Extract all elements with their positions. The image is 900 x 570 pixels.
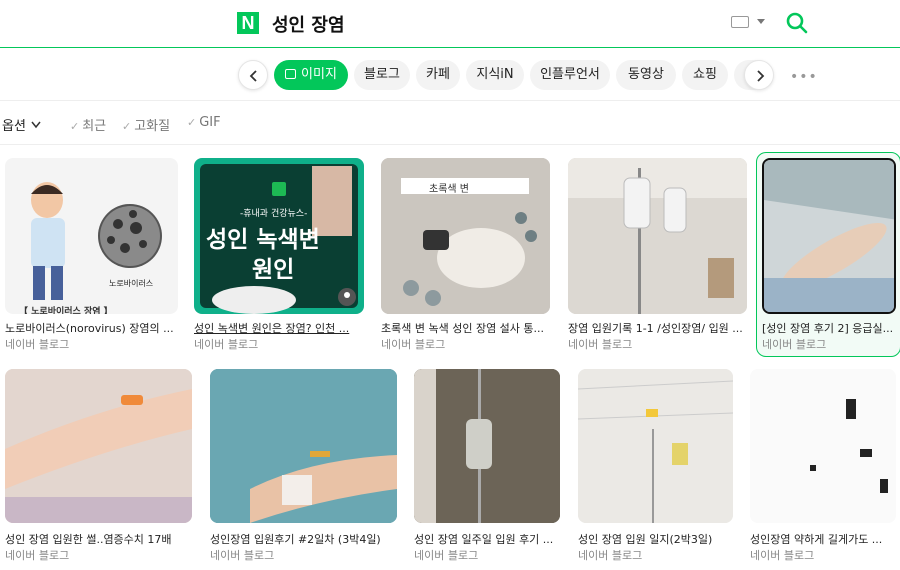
filter-label: 고화질 xyxy=(134,119,171,134)
image-result[interactable]: -휴내과 건강뉴스- 성인 녹색변 원인 성인 녹색변 원인은 장염? 인천 .… xyxy=(194,158,364,354)
tabs-prev-button[interactable] xyxy=(238,60,268,90)
thumbnail-tag: -휴내과 건강뉴스- xyxy=(240,209,308,219)
tab-kin[interactable]: 지식iN xyxy=(466,60,524,90)
image-result[interactable]: 성인장염 약하게 길게가도 ... 네이버 블로그 xyxy=(750,369,896,562)
result-caption[interactable]: 장염 입원기록 1-1 /성인장염/ 입원 ... xyxy=(568,320,747,336)
image-result[interactable]: 초록색 변 초록색 변 녹색 성인 장염 설사 통... 네이버 블로그 xyxy=(381,158,550,354)
thumbnail-banner: 【 노로바이러스 장염 】 xyxy=(19,307,113,314)
chevron-down-icon[interactable] xyxy=(757,19,765,24)
result-thumbnail[interactable]: 초록색 변 xyxy=(381,158,550,314)
image-result[interactable]: 성인 장염 입원한 썰..염증수치 17배 네이버 블로그 xyxy=(5,369,192,562)
options-label: 옵션 xyxy=(2,119,26,134)
chevron-right-icon xyxy=(757,70,765,82)
filter-gif[interactable]: ✓ GIF xyxy=(187,115,221,130)
result-source[interactable]: 네이버 블로그 xyxy=(578,547,642,563)
image-result[interactable]: 성인 장염 일주일 입원 후기 ... 네이버 블로그 xyxy=(414,369,560,562)
result-source[interactable]: 네이버 블로그 xyxy=(5,547,69,563)
image-result[interactable]: [성인 장염 후기 2] 응급실... 네이버 블로그 xyxy=(762,158,896,354)
thumbnail-label: 초록색 변 xyxy=(429,184,469,195)
thumbnail-headline: 성인 녹색변 xyxy=(206,227,320,253)
image-result[interactable]: 성인장염 입원후기 #2일차 (3박4일) 네이버 블로그 xyxy=(210,369,397,562)
chevron-down-icon xyxy=(31,121,41,129)
keyboard-icon[interactable] xyxy=(731,16,749,28)
result-caption[interactable]: 노로바이러스(norovirus) 장염의 ... xyxy=(5,320,178,336)
search-tab-bar: 이미지 블로그 카페 지식iN 인플루언서 동영상 쇼핑 뉴 ••• xyxy=(0,49,900,101)
naver-logo[interactable]: N xyxy=(237,12,259,34)
result-source[interactable]: 네이버 블로그 xyxy=(414,547,478,563)
filter-label: GIF xyxy=(199,115,221,130)
tab-cafe[interactable]: 카페 xyxy=(416,60,460,90)
check-icon: ✓ xyxy=(70,120,80,133)
result-thumbnail[interactable] xyxy=(762,158,896,314)
result-source[interactable]: 네이버 블로그 xyxy=(210,547,274,563)
result-caption[interactable]: 성인장염 약하게 길게가도 ... xyxy=(750,531,896,547)
scribbled-photo xyxy=(750,369,896,523)
tab-label: 이미지 xyxy=(301,67,337,82)
search-icon[interactable] xyxy=(785,11,809,35)
tab-video[interactable]: 동영상 xyxy=(616,60,676,90)
result-source[interactable]: 네이버 블로그 xyxy=(5,336,69,352)
tab-influencer[interactable]: 인플루언서 xyxy=(530,60,610,90)
arm-iv-photo xyxy=(5,369,192,523)
tab-blog[interactable]: 블로그 xyxy=(354,60,410,90)
filter-row: 옵션 ✓ 최근 ✓ 고화질 ✓ GIF xyxy=(0,101,900,145)
result-source[interactable]: 네이버 블로그 xyxy=(568,336,632,352)
result-caption[interactable]: 성인 장염 입원한 썰..염증수치 17배 xyxy=(5,531,192,547)
thumbnail-label: 노로바이러스 xyxy=(109,279,154,288)
image-result[interactable]: 성인 장염 입원 일지(2박3일) 네이버 블로그 xyxy=(578,369,733,562)
pin-dot xyxy=(344,292,350,298)
result-source[interactable]: 네이버 블로그 xyxy=(750,547,814,563)
tabs-next-button[interactable] xyxy=(744,60,774,90)
result-thumbnail[interactable] xyxy=(578,369,733,523)
result-thumbnail[interactable] xyxy=(210,369,397,523)
result-caption[interactable]: [성인 장염 후기 2] 응급실... xyxy=(762,320,894,336)
result-thumbnail[interactable] xyxy=(5,369,192,523)
search-query[interactable]: 성인 장염 xyxy=(272,11,345,37)
result-thumbnail[interactable] xyxy=(568,158,747,314)
result-caption[interactable]: 초록색 변 녹색 성인 장염 설사 통... xyxy=(381,320,550,336)
result-caption[interactable]: 성인 장염 입원 일지(2박3일) xyxy=(578,531,733,547)
hospital-bed-photo xyxy=(764,160,894,312)
filter-label: 최근 xyxy=(82,119,107,134)
result-caption[interactable]: 성인 녹색변 원인은 장염? 인천 ... xyxy=(194,320,364,336)
result-thumbnail[interactable]: 노로바이러스 【 노로바이러스 장염 】 xyxy=(5,158,178,314)
result-source[interactable]: 네이버 블로그 xyxy=(194,336,258,352)
iv-drip-photo xyxy=(568,158,747,314)
more-menu-button[interactable]: ••• xyxy=(790,69,818,85)
result-source[interactable]: 네이버 블로그 xyxy=(381,336,445,352)
result-thumbnail[interactable]: -휴내과 건강뉴스- 성인 녹색변 원인 xyxy=(194,158,364,314)
image-result[interactable]: 노로바이러스 【 노로바이러스 장염 】 노로바이러스(norovirus) 장… xyxy=(5,158,178,354)
tab-image[interactable]: 이미지 xyxy=(274,60,348,90)
sick-person-illustration xyxy=(31,182,162,300)
image-result[interactable]: 장염 입원기록 1-1 /성인장염/ 입원 ... 네이버 블로그 xyxy=(568,158,747,354)
location-pin-icon[interactable] xyxy=(338,288,356,306)
result-source[interactable]: 네이버 블로그 xyxy=(762,336,826,352)
iv-bags-ceiling-photo xyxy=(578,369,733,523)
result-thumbnail[interactable] xyxy=(750,369,896,523)
thumbnail-headline-2: 원인 xyxy=(252,257,295,283)
iv-pole-photo xyxy=(414,369,560,523)
result-thumbnail[interactable] xyxy=(414,369,560,523)
check-icon: ✓ xyxy=(122,120,132,133)
chevron-left-icon xyxy=(249,70,257,82)
image-icon xyxy=(285,69,297,79)
options-dropdown[interactable]: 옵션 xyxy=(2,115,42,134)
filter-high-quality[interactable]: ✓ 고화질 xyxy=(122,115,170,134)
result-caption[interactable]: 성인장염 입원후기 #2일차 (3박4일) xyxy=(210,531,397,547)
result-caption[interactable]: 성인 장염 일주일 입원 후기 ... xyxy=(414,531,560,547)
wrist-iv-photo xyxy=(210,369,397,523)
filter-recent[interactable]: ✓ 최근 xyxy=(70,115,106,134)
tab-shopping[interactable]: 쇼핑 xyxy=(682,60,728,90)
header-bar: N 성인 장염 xyxy=(0,0,900,48)
check-icon: ✓ xyxy=(187,116,197,129)
